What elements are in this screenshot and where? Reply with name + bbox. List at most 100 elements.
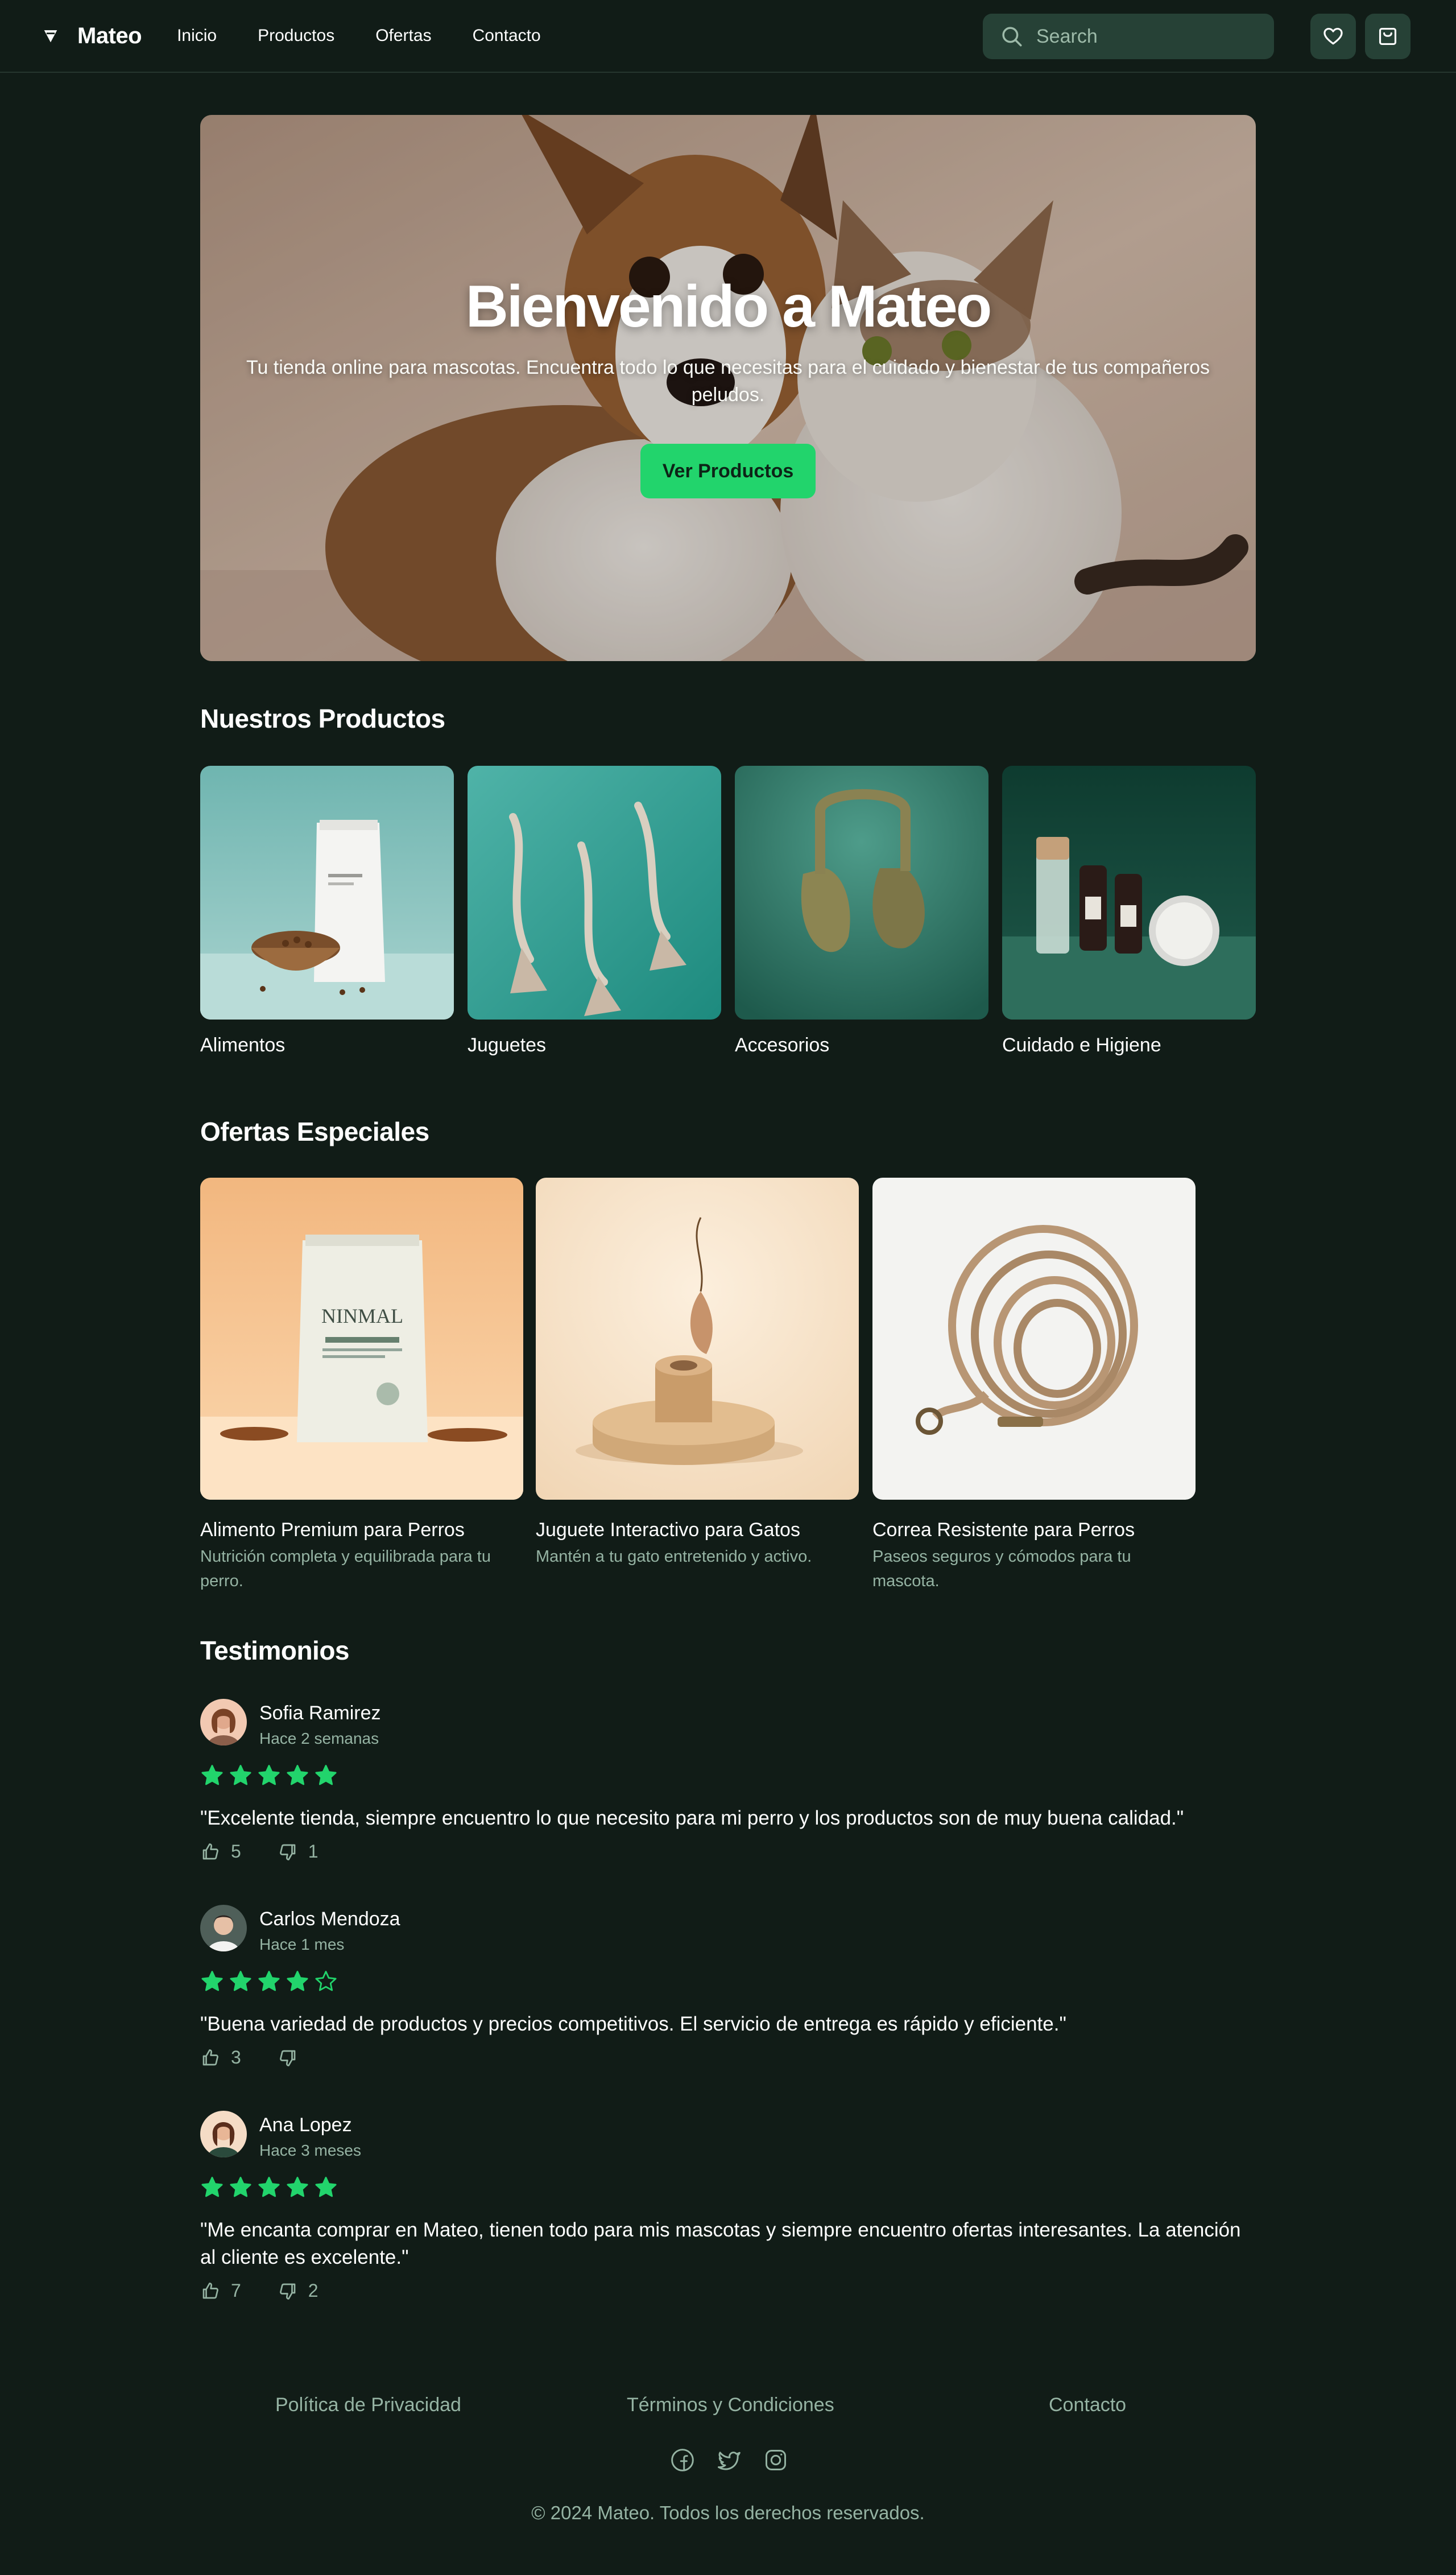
view-products-button[interactable]: Ver Productos bbox=[640, 444, 816, 498]
avatar bbox=[200, 1905, 247, 1951]
dislike-count: 2 bbox=[308, 2280, 318, 2301]
thumbs-down-icon bbox=[279, 2050, 296, 2066]
like-count: 5 bbox=[231, 1841, 241, 1862]
offer-name: Alimento Premium para Perros bbox=[200, 1519, 465, 1541]
testimonials-section-title: Testimonios bbox=[200, 1636, 350, 1665]
nav-productos[interactable]: Productos bbox=[258, 26, 334, 46]
category-label: Juguetes bbox=[468, 1034, 546, 1056]
offer-name: Juguete Interactivo para Gatos bbox=[536, 1519, 800, 1541]
category-toys-image bbox=[468, 766, 721, 1020]
facebook-icon[interactable] bbox=[670, 2448, 695, 2473]
main-nav: Inicio Productos Ofertas Contacto bbox=[177, 26, 541, 46]
offer-name: Correa Resistente para Perros bbox=[872, 1519, 1135, 1541]
review-time: Hace 3 meses bbox=[259, 2141, 361, 2159]
category-card-juguetes[interactable]: Juguetes bbox=[468, 766, 721, 1057]
star-rating bbox=[200, 1764, 338, 1788]
category-label: Accesorios bbox=[735, 1034, 830, 1056]
offer-dog-food-image: NINMAL bbox=[200, 1178, 523, 1500]
nav-inicio[interactable]: Inicio bbox=[177, 26, 217, 46]
review-text: "Me encanta comprar en Mateo, tienen tod… bbox=[200, 2219, 1241, 2268]
category-food-image bbox=[200, 766, 454, 1020]
category-card-accesorios[interactable]: Accesorios bbox=[735, 766, 988, 1057]
hero-banner: Bienvenido a Mateo Tu tienda online para… bbox=[200, 115, 1256, 661]
copyright-text: © 2024 Mateo. Todos los derechos reserva… bbox=[531, 2502, 925, 2523]
thumbs-up-icon bbox=[202, 2049, 218, 2065]
dislike-button[interactable]: 1 bbox=[278, 1841, 318, 1862]
category-label: Cuidado e Higiene bbox=[1002, 1034, 1161, 1056]
like-count: 7 bbox=[231, 2280, 241, 2301]
products-section-title: Nuestros Productos bbox=[200, 704, 445, 733]
offer-card-cat-toy[interactable]: Juguete Interactivo para Gatos Mantén a … bbox=[536, 1178, 859, 1569]
offer-description: Nutrición completa y equilibrada para tu… bbox=[200, 1548, 491, 1590]
thumbs-up-icon bbox=[202, 2282, 218, 2298]
star-filled-icon bbox=[201, 1971, 223, 1991]
review-votes: 3 bbox=[200, 2047, 308, 2068]
like-count: 3 bbox=[231, 2047, 241, 2068]
brand[interactable]: Mateo bbox=[41, 23, 142, 49]
category-accessories-image bbox=[735, 766, 988, 1020]
review-votes: 5 1 bbox=[200, 1841, 318, 1862]
star-filled-icon bbox=[315, 2177, 337, 2197]
footer-link-contact[interactable]: Contacto bbox=[1049, 2394, 1126, 2416]
review-text: "Excelente tienda, siempre encuentro lo … bbox=[200, 1807, 1184, 1829]
search-input[interactable] bbox=[1036, 25, 1264, 48]
heart-icon bbox=[1323, 27, 1343, 45]
category-label: Alimentos bbox=[200, 1034, 286, 1056]
star-empty-icon bbox=[315, 1971, 337, 1991]
reviewer-name: Sofia Ramirez bbox=[259, 1702, 381, 1724]
star-filled-icon bbox=[201, 2177, 223, 2197]
category-card-alimentos[interactable]: Alimentos bbox=[200, 766, 454, 1057]
star-filled-icon bbox=[258, 1971, 280, 1991]
star-filled-icon bbox=[258, 1765, 280, 1785]
star-filled-icon bbox=[230, 2177, 251, 2197]
instagram-icon[interactable] bbox=[763, 2448, 788, 2473]
avatar bbox=[200, 1699, 247, 1745]
thumbs-up-icon bbox=[202, 1843, 218, 1859]
reviewer-name: Ana Lopez bbox=[259, 2114, 352, 2136]
offer-card-dog-leash[interactable]: Correa Resistente para Perros Paseos seg… bbox=[872, 1178, 1196, 1594]
star-filled-icon bbox=[230, 1971, 251, 1991]
package-brand-text: NINMAL bbox=[321, 1305, 403, 1327]
star-filled-icon bbox=[287, 1971, 308, 1991]
cart-button[interactable] bbox=[1365, 14, 1410, 59]
thumbs-down-icon bbox=[279, 1844, 296, 1860]
dislike-button[interactable]: 2 bbox=[278, 2280, 318, 2301]
brand-name: Mateo bbox=[77, 23, 142, 48]
offer-dog-leash-image bbox=[872, 1178, 1196, 1500]
star-filled-icon bbox=[315, 1765, 337, 1785]
category-care-image bbox=[1002, 766, 1256, 1020]
twitter-icon[interactable] bbox=[717, 2448, 742, 2473]
offer-description: Paseos seguros y cómodos para tu mascota… bbox=[872, 1548, 1131, 1590]
search-icon bbox=[1002, 27, 1022, 47]
footer-link-terms[interactable]: Términos y Condiciones bbox=[627, 2394, 834, 2416]
favorites-button[interactable] bbox=[1310, 14, 1356, 59]
category-card-cuidado-higiene[interactable]: Cuidado e Higiene bbox=[1002, 766, 1256, 1057]
reviewer-name: Carlos Mendoza bbox=[259, 1908, 400, 1930]
star-filled-icon bbox=[287, 2177, 308, 2197]
star-filled-icon bbox=[258, 2177, 280, 2197]
like-button[interactable]: 7 bbox=[200, 2280, 241, 2301]
like-button[interactable]: 5 bbox=[200, 1841, 241, 1862]
search-box[interactable] bbox=[983, 14, 1274, 59]
star-rating bbox=[200, 1970, 338, 1994]
offer-card-dog-food[interactable]: NINMAL Alimento Premium para Perros Nutr… bbox=[200, 1178, 523, 1594]
offers-section-title: Ofertas Especiales bbox=[200, 1117, 429, 1146]
hero-subtitle: Tu tienda online para mascotas. Encuentr… bbox=[246, 357, 1210, 406]
dislike-button[interactable] bbox=[278, 2047, 308, 2068]
review-text: "Buena variedad de productos y precios c… bbox=[200, 2013, 1066, 2035]
top-navbar: Mateo Inicio Productos Ofertas Contacto bbox=[0, 0, 1456, 73]
review-votes: 7 2 bbox=[200, 2280, 318, 2301]
social-links bbox=[670, 2448, 788, 2473]
star-rating bbox=[200, 2176, 338, 2200]
star-filled-icon bbox=[230, 1765, 251, 1785]
review-time: Hace 2 semanas bbox=[259, 1730, 379, 1747]
avatar bbox=[200, 2111, 247, 2157]
dislike-count: 1 bbox=[308, 1841, 318, 1862]
like-button[interactable]: 3 bbox=[200, 2047, 241, 2068]
footer-link-privacy[interactable]: Política de Privacidad bbox=[275, 2394, 461, 2416]
star-filled-icon bbox=[201, 1765, 223, 1785]
logo-icon bbox=[44, 30, 57, 43]
nav-ofertas[interactable]: Ofertas bbox=[375, 26, 431, 46]
nav-contacto[interactable]: Contacto bbox=[473, 26, 541, 46]
review-time: Hace 1 mes bbox=[259, 1936, 345, 1953]
